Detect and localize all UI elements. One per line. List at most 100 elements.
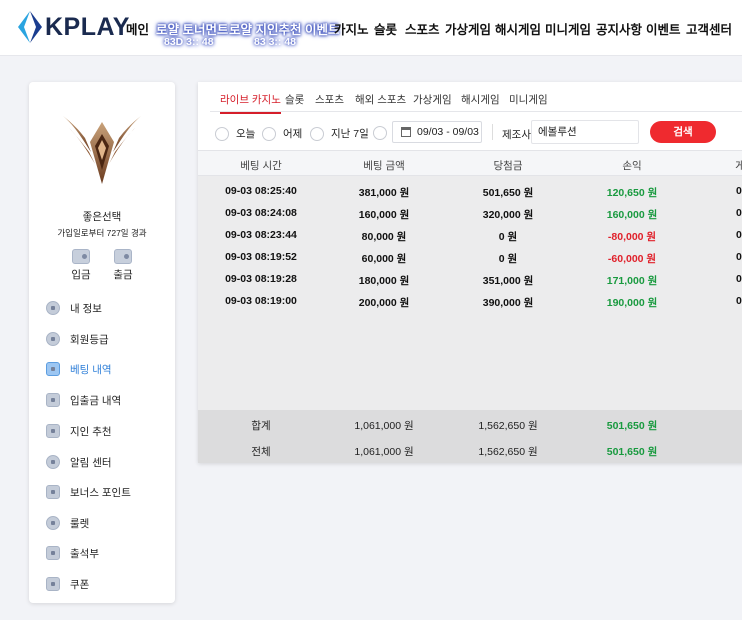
tab-virtual-game[interactable]: 가상게임 (413, 92, 452, 112)
date-range-value: 09/03 - 09/03 (417, 126, 479, 138)
nav-customer-center[interactable]: 고객센터 (686, 19, 732, 38)
cell-profit-loss: 160,000 원 (606, 209, 658, 221)
sidebar-item-bonus-points[interactable]: 보너스 포인트 (46, 483, 131, 501)
betting-history-panel: 라이브 카지노 슬롯 스포츠 해외 스포츠 가상게임 해시게임 미니게임 오늘 … (198, 82, 742, 463)
cell-profit-loss: -80,000 원 (607, 231, 657, 243)
withdraw-button[interactable]: 출금 (108, 249, 138, 282)
cell-winnings: 0 원 (498, 231, 518, 243)
coupon-icon (46, 577, 60, 591)
table-row: 09-03 08:24:08 160,000 원 320,000 원 160,000 … (198, 202, 742, 224)
totals-profit-loss: 501,650 원 (606, 420, 658, 432)
period-label: 지난 7일 (331, 128, 369, 140)
provider-select[interactable]: 에볼루션 (531, 120, 639, 144)
nav-notice[interactable]: 공지사항 (596, 19, 642, 38)
totals-label: 합계 (251, 420, 271, 432)
coin-icon (46, 485, 60, 499)
period-custom-radio[interactable] (373, 126, 394, 140)
radio-circle (215, 126, 229, 141)
deposit-button[interactable]: 입금 (66, 249, 96, 282)
calendar-icon (401, 127, 411, 137)
cell-profit-loss: 190,000 원 (606, 297, 658, 309)
cell-profit-loss: 171,000 원 (606, 275, 658, 287)
tab-divider (210, 111, 742, 112)
nav-virtual-game[interactable]: 가상게임 (445, 19, 491, 38)
table-row: 09-03 08:19:52 60,000 원 0 원 -60,000 원 0 (198, 246, 742, 268)
sidebar-item-label: 내 정보 (70, 302, 102, 315)
nav-casino[interactable]: 카지노 (334, 19, 369, 38)
sidebar-item-label: 회원등급 (70, 333, 109, 346)
table-body: 09-03 08:25:40 381,000 원 501,650 원 120,650 … (198, 176, 742, 410)
column-header-game: 게 (735, 160, 742, 172)
cell-game: 0 (736, 273, 742, 285)
search-button[interactable]: 검색 (650, 121, 716, 143)
totals-bet: 1,061,000 원 (354, 446, 414, 458)
gift-icon (46, 424, 60, 438)
sidebar-item-referral[interactable]: 지인 추천 (46, 422, 112, 440)
nav-sports[interactable]: 스포츠 (405, 19, 440, 38)
tab-overseas-sports[interactable]: 해외 스포츠 (355, 92, 406, 112)
cell-game: 0 (736, 295, 742, 307)
chat-icon (46, 455, 60, 469)
cell-bet-amount: 80,000 원 (361, 231, 407, 243)
nav-main[interactable]: 메인 (126, 19, 149, 38)
badge-icon (46, 332, 60, 346)
joined-days: 가입일로부터 727일 경과 (57, 228, 147, 238)
user-icon (46, 301, 60, 315)
sidebar-item-betting-history[interactable]: 베팅 내역 (46, 360, 112, 378)
wallet-icon (46, 393, 60, 407)
wallet-icon (72, 249, 90, 264)
sidebar-item-label: 보너스 포인트 (70, 486, 131, 499)
column-header-bet-time: 베팅 시간 (240, 160, 282, 172)
nav-event[interactable]: 이벤트 (646, 19, 681, 38)
table-row: 09-03 08:19:00 200,000 원 390,000 원 190,000 … (198, 290, 742, 312)
totals-row-all: 전체 1,061,000 원 1,562,650 원 501,650 원 (198, 436, 742, 462)
cell-game: 0 (736, 251, 742, 263)
sidebar-item-label: 알림 센터 (70, 456, 112, 469)
totals-bet: 1,061,000 원 (354, 420, 414, 432)
sidebar-item-label: 입출금 내역 (70, 394, 122, 407)
top-header: KPLAY 메인 로얄 토너먼트 83D 3:: 48 로얄 지인추천 이벤트 … (0, 0, 742, 56)
cell-bet-amount: 60,000 원 (361, 253, 407, 265)
logo-text: KPLAY (45, 13, 130, 41)
filter-divider (492, 124, 493, 140)
sidebar: 좋은선택 가입일로부터 727일 경과 입금 출금 내 정보 회원등급 베팅 내… (29, 82, 175, 603)
cell-game: 0 (736, 207, 742, 219)
date-range-picker[interactable]: 09/03 - 09/03 (392, 121, 482, 143)
sidebar-item-label: 출석부 (70, 547, 99, 560)
username: 좋은선택 (82, 211, 122, 223)
totals-profit-loss: 501,650 원 (606, 446, 658, 458)
cell-bet-time: 09-03 08:24:08 (225, 207, 297, 219)
sidebar-item-label: 지인 추천 (70, 425, 112, 438)
column-header-bet-amount: 베팅 금액 (363, 160, 405, 172)
nav-mini-game[interactable]: 미니게임 (545, 19, 591, 38)
cell-profit-loss: 120,650 원 (606, 187, 658, 199)
sidebar-item-transactions[interactable]: 입출금 내역 (46, 391, 121, 409)
tab-hash-game[interactable]: 해시게임 (461, 92, 500, 112)
totals-win: 1,562,650 원 (478, 446, 538, 458)
sidebar-item-coupon[interactable]: 쿠폰 (46, 575, 89, 593)
cell-winnings: 390,000 원 (482, 297, 534, 309)
tab-mini-game[interactable]: 미니게임 (509, 92, 548, 112)
tab-slot[interactable]: 슬롯 (285, 92, 304, 112)
tab-sports[interactable]: 스포츠 (315, 92, 344, 112)
checklist-icon (46, 546, 60, 560)
sidebar-item-notifications[interactable]: 알림 센터 (46, 453, 112, 471)
cell-game: 0 (736, 229, 742, 241)
cell-game: 0 (736, 185, 742, 197)
totals-win: 1,562,650 원 (478, 420, 538, 432)
cell-winnings: 320,000 원 (482, 209, 534, 221)
sidebar-item-label: 베팅 내역 (70, 363, 112, 376)
table-header: 베팅 시간 베팅 금액 당첨금 손익 게 (198, 150, 742, 176)
sidebar-item-my-info[interactable]: 내 정보 (46, 299, 102, 317)
kplay-logo[interactable]: KPLAY (16, 10, 129, 44)
nav-hash-game[interactable]: 해시게임 (495, 19, 541, 38)
sidebar-item-label: 룰렛 (70, 517, 90, 530)
period-last7-radio[interactable]: 지난 7일 (310, 126, 369, 141)
sidebar-item-attendance[interactable]: 출석부 (46, 544, 99, 562)
nav-slot[interactable]: 슬롯 (374, 19, 397, 38)
period-today-radio[interactable]: 오늘 (215, 126, 255, 141)
totals-label: 전체 (251, 446, 271, 458)
sidebar-item-member-grade[interactable]: 회원등급 (46, 330, 109, 348)
period-yesterday-radio[interactable]: 어제 (262, 126, 302, 141)
sidebar-item-roulette[interactable]: 룰렛 (46, 514, 89, 532)
